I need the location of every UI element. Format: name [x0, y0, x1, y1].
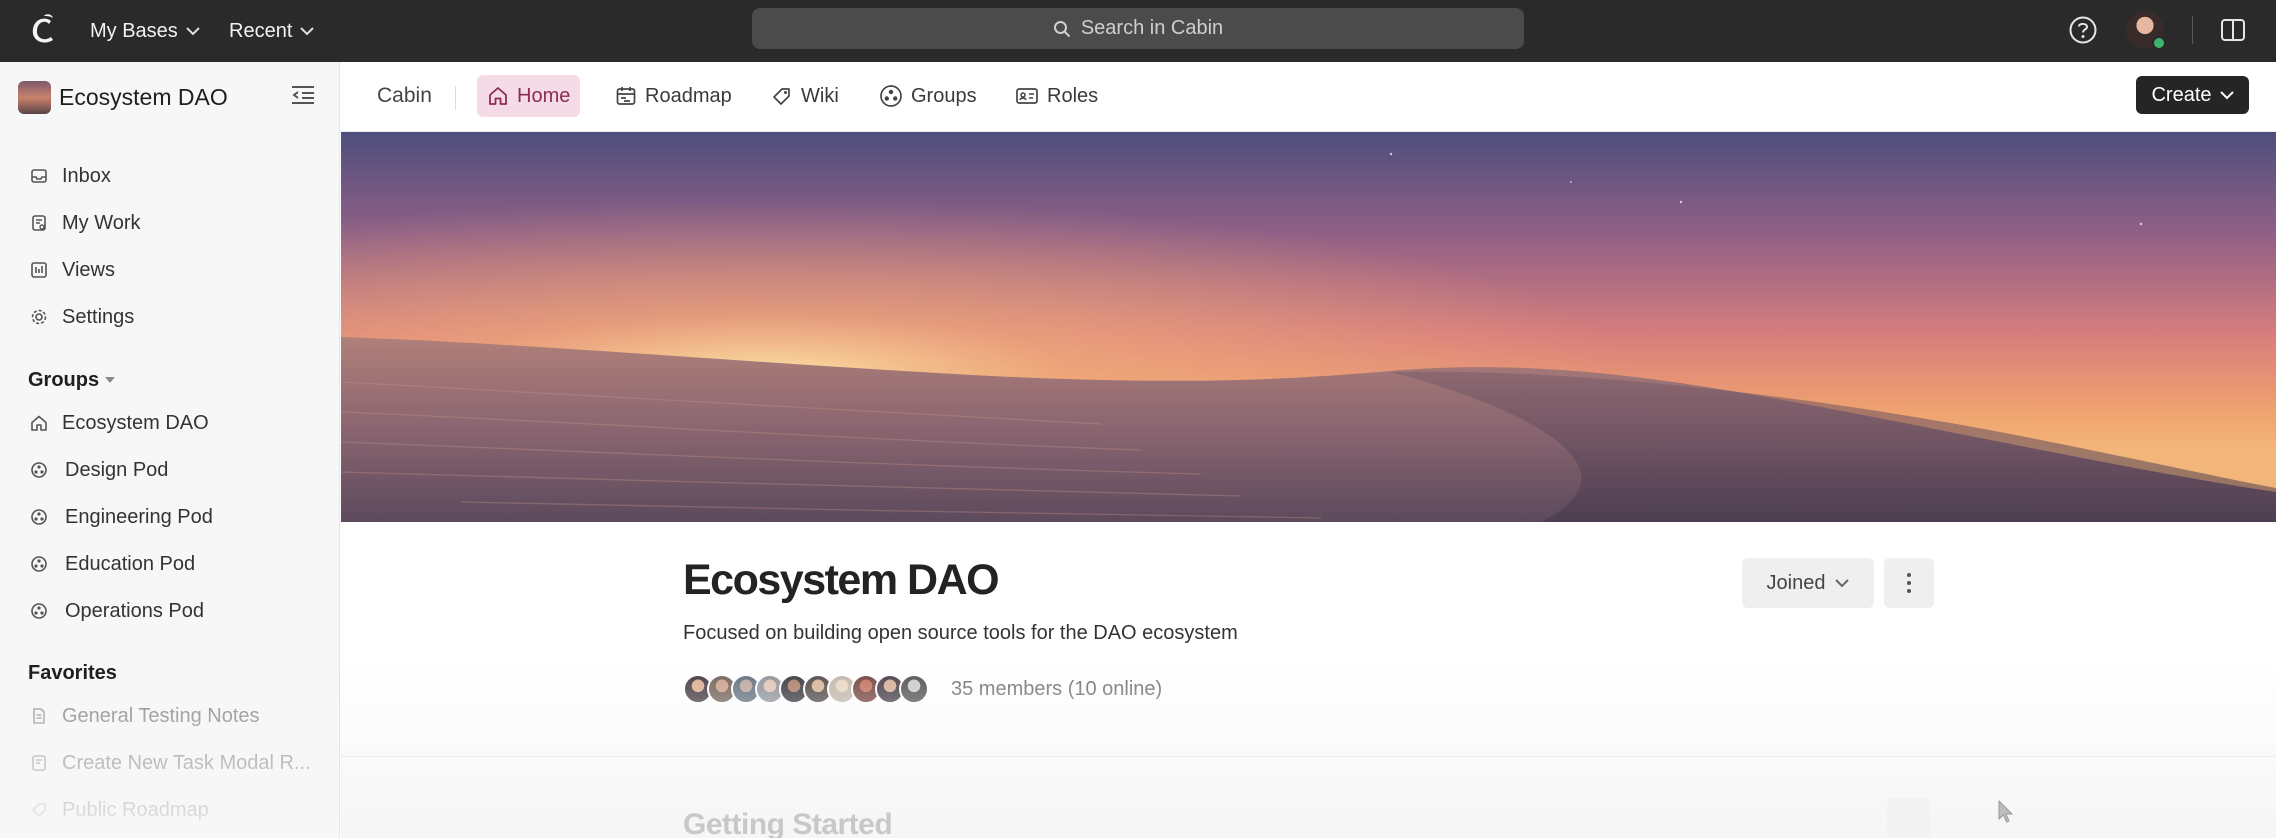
- sidebar-item-label: Design Pod: [65, 458, 169, 481]
- tab-label: Roadmap: [645, 84, 732, 107]
- section-heading: Getting Started: [683, 808, 893, 838]
- sidebar-item-my-work[interactable]: My Work: [28, 208, 141, 238]
- sidebar-item-settings[interactable]: Settings: [28, 302, 134, 332]
- groups-section-label: Groups: [28, 369, 100, 391]
- sidebar: Ecosystem DAO Inbox My Work Views Settin…: [0, 62, 340, 838]
- mouse-cursor-icon: [1998, 800, 2014, 823]
- search-placeholder: Search in Cabin: [1080, 17, 1224, 39]
- sidebar-item-label: Ecosystem DAO: [62, 411, 209, 434]
- workspace-name: Ecosystem DAO: [59, 84, 228, 110]
- tab-roles[interactable]: Roles: [1005, 75, 1108, 117]
- search-icon: [1053, 20, 1071, 37]
- groups-section-toggle[interactable]: Groups: [28, 369, 116, 392]
- sidebar-group-ecosystem-dao[interactable]: Ecosystem DAO: [28, 408, 209, 438]
- top-divider: [2192, 16, 2193, 44]
- group-icon: [28, 553, 50, 575]
- group-icon: [28, 506, 50, 528]
- page-title: Ecosystem DAO: [683, 556, 1000, 604]
- help-icon[interactable]: [2068, 15, 2098, 45]
- id-card-icon: [1016, 88, 1038, 104]
- tab-label: Home: [517, 84, 571, 107]
- content-fade-overlay: [341, 660, 2276, 838]
- group-icon: [28, 600, 50, 622]
- favorite-general-testing-notes[interactable]: General Testing Notes: [28, 701, 260, 731]
- breadcrumb[interactable]: Cabin: [377, 84, 432, 108]
- tab-home[interactable]: Home: [477, 75, 581, 117]
- cover-image: [341, 132, 2276, 522]
- workspace-switcher[interactable]: Ecosystem DAO: [18, 81, 228, 114]
- desert-dunes-illustration: [341, 132, 2276, 522]
- gear-icon: [28, 306, 50, 328]
- my-bases-menu[interactable]: My Bases: [90, 0, 200, 62]
- sidebar-item-label: Operations Pod: [65, 599, 204, 622]
- favorite-create-new-task-modal[interactable]: Create New Task Modal R...: [28, 748, 311, 778]
- sidebar-item-label: Public Roadmap: [62, 798, 209, 821]
- more-vertical-icon: [1907, 573, 1911, 593]
- tab-wiki[interactable]: Wiki: [761, 75, 849, 117]
- create-label: Create: [2151, 83, 2212, 106]
- my-work-icon: [28, 212, 50, 234]
- cabin-logo-icon[interactable]: [26, 12, 60, 50]
- inbox-icon: [28, 165, 50, 187]
- sidebar-group-operations-pod[interactable]: Operations Pod: [28, 596, 204, 626]
- tab-roadmap[interactable]: Roadmap: [605, 75, 742, 117]
- content-divider: [341, 756, 2276, 757]
- sidebar-item-label: Engineering Pod: [65, 505, 213, 528]
- tab-label: Wiki: [801, 84, 839, 107]
- sidebar-group-engineering-pod[interactable]: Engineering Pod: [28, 502, 213, 532]
- task-icon: [28, 752, 50, 774]
- sidebar-item-inbox[interactable]: Inbox: [28, 161, 111, 191]
- tab-groups[interactable]: Groups: [869, 75, 987, 117]
- sidebar-item-label: Views: [62, 258, 115, 281]
- tab-label: Roles: [1047, 84, 1099, 107]
- group-description: Focused on building open source tools fo…: [683, 622, 1238, 644]
- recent-label: Recent: [229, 19, 293, 42]
- sidebar-group-design-pod[interactable]: Design Pod: [28, 455, 168, 485]
- sidebar-group-education-pod[interactable]: Education Pod: [28, 549, 195, 579]
- more-options-button[interactable]: [1884, 558, 1934, 608]
- views-icon: [28, 259, 50, 281]
- home-icon: [28, 412, 50, 434]
- sidebar-item-label: Inbox: [62, 164, 111, 187]
- home-icon: [489, 87, 507, 105]
- sidebar-item-label: General Testing Notes: [62, 704, 260, 727]
- favorites-section-label: Favorites: [28, 662, 117, 684]
- top-bar: My Bases Recent Search in Cabin: [0, 0, 2276, 62]
- user-avatar[interactable]: [2126, 11, 2166, 50]
- sidebar-item-views[interactable]: Views: [28, 255, 115, 285]
- chevron-down-icon: [186, 26, 200, 35]
- group-icon: [28, 459, 50, 481]
- joined-label: Joined: [1766, 571, 1826, 594]
- joined-button[interactable]: Joined: [1742, 558, 1874, 608]
- tag-icon: [773, 88, 790, 105]
- tag-icon: [28, 799, 50, 821]
- sidebar-item-label: Education Pod: [65, 552, 196, 575]
- caret-down-icon: [105, 377, 116, 383]
- favorite-public-roadmap[interactable]: Public Roadmap: [28, 795, 209, 825]
- avatar: [899, 674, 929, 704]
- sidebar-item-label: Create New Task Modal R...: [62, 751, 311, 774]
- my-bases-label: My Bases: [90, 19, 178, 42]
- calendar-icon: [616, 87, 636, 105]
- sidebar-item-label: Settings: [62, 305, 135, 328]
- chevron-down-icon: [300, 26, 315, 35]
- recent-menu[interactable]: Recent: [229, 0, 315, 62]
- group-icon: [880, 85, 902, 107]
- document-icon: [28, 705, 50, 727]
- member-avatars[interactable]: [683, 674, 929, 704]
- workspace-thumbnail: [18, 81, 51, 114]
- chevron-down-icon: [2219, 90, 2234, 99]
- group-nav-bar: Cabin Home Roadmap Wiki Groups Roles Cre…: [341, 62, 2276, 132]
- edit-section-button[interactable]: [1887, 798, 1931, 838]
- sidebar-panel-icon[interactable]: [2220, 18, 2246, 42]
- create-button[interactable]: Create: [2136, 76, 2249, 114]
- online-indicator: [2152, 36, 2166, 50]
- breadcrumb-divider: [455, 86, 456, 110]
- collapse-sidebar-icon[interactable]: [290, 84, 316, 106]
- sidebar-item-label: My Work: [62, 211, 141, 234]
- members-count[interactable]: 35 members (10 online): [951, 678, 1162, 701]
- tab-label: Groups: [911, 84, 977, 107]
- chevron-down-icon: [1835, 578, 1850, 587]
- search-input[interactable]: Search in Cabin: [752, 8, 1524, 49]
